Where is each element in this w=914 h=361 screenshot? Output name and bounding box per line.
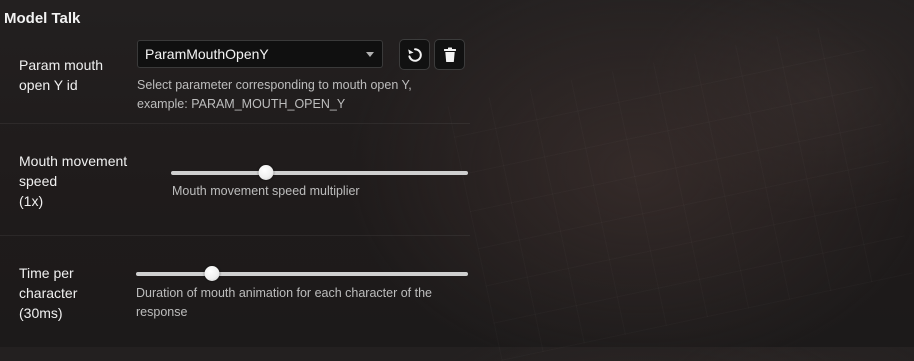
reset-button[interactable] — [399, 39, 430, 70]
mouth-param-hint-line1: Select parameter corresponding to mouth … — [137, 78, 412, 92]
row-divider — [0, 235, 470, 236]
background-texture — [447, 19, 913, 361]
mouth-speed-label: Mouth movement speed (1x) — [19, 151, 127, 211]
mouth-param-hint-line2: example: PARAM_MOUTH_OPEN_Y — [137, 97, 346, 111]
time-per-char-label-line3: (30ms) — [19, 305, 63, 321]
section-title: Model Talk — [4, 10, 81, 27]
mouth-param-label-line2: open Y id — [19, 77, 78, 93]
mouth-param-label: Param mouth open Y id — [19, 55, 103, 95]
time-per-char-hint: Duration of mouth animation for each cha… — [136, 284, 432, 322]
time-per-char-label-line1: Time per — [19, 265, 74, 281]
delete-button[interactable] — [434, 39, 465, 70]
mouth-speed-label-line3: (1x) — [19, 193, 44, 209]
time-per-char-hint-line1: Duration of mouth animation for each cha… — [136, 286, 432, 300]
slider-thumb[interactable] — [204, 266, 220, 281]
mouth-speed-hint: Mouth movement speed multiplier — [172, 184, 360, 198]
mouth-speed-label-line2: speed — [19, 173, 58, 189]
slider-track — [171, 171, 468, 175]
mouth-param-select[interactable]: ParamMouthOpenY — [137, 40, 383, 68]
trash-icon — [443, 47, 456, 62]
reset-icon — [407, 47, 422, 62]
mouth-speed-slider[interactable] — [171, 165, 468, 181]
slider-track — [136, 272, 468, 276]
time-per-char-label: Time per character (30ms) — [19, 263, 77, 323]
mouth-param-hint: Select parameter corresponding to mouth … — [137, 76, 412, 114]
mouth-param-label-line1: Param mouth — [19, 57, 104, 73]
time-per-char-label-line2: character — [19, 285, 78, 301]
slider-thumb[interactable] — [258, 165, 274, 180]
chevron-down-icon — [366, 52, 374, 57]
time-per-char-hint-line2: response — [136, 305, 188, 319]
row-divider — [0, 123, 470, 124]
time-per-char-slider[interactable] — [136, 266, 468, 282]
mouth-param-select-value: ParamMouthOpenY — [145, 46, 269, 62]
mouth-speed-label-line1: Mouth movement — [19, 153, 128, 169]
